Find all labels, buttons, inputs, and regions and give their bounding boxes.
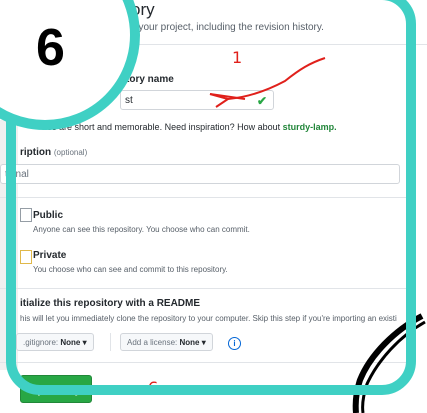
optional-tag: (optional) bbox=[53, 148, 88, 157]
repo-name-value: st bbox=[125, 95, 133, 106]
public-repo-icon[interactable] bbox=[20, 208, 32, 222]
description-input[interactable]: tional bbox=[0, 164, 400, 184]
left-gutter bbox=[0, 120, 18, 370]
gitignore-dropdown[interactable]: .gitignore: None ▾ bbox=[16, 333, 94, 351]
divider bbox=[110, 333, 111, 351]
private-lock-icon[interactable] bbox=[20, 250, 32, 264]
annotation-label-6: ← 6 bbox=[128, 379, 159, 399]
step-number: 6 bbox=[36, 19, 65, 77]
private-option-title[interactable]: Private bbox=[33, 250, 66, 261]
suggestion-link[interactable]: sturdy-lamp. bbox=[283, 122, 337, 132]
info-icon[interactable]: i bbox=[228, 337, 241, 350]
public-option-title[interactable]: Public bbox=[33, 210, 63, 221]
divider bbox=[0, 197, 410, 198]
repo-name-label: tory name bbox=[126, 74, 174, 85]
divider bbox=[0, 288, 410, 289]
annotation-label-1: 1 bbox=[232, 48, 243, 67]
annotation-arrow-1 bbox=[209, 57, 326, 108]
private-option-desc: You choose who can see and commit to thi… bbox=[33, 265, 228, 274]
create-repository-button[interactable]: epository bbox=[20, 375, 92, 403]
page-subtitle: for your project, including the revision… bbox=[124, 22, 324, 33]
screenshot-frame: sitory for your project, including the r… bbox=[0, 0, 427, 413]
readme-checkbox-label[interactable]: itialize this repository with a README bbox=[20, 298, 200, 309]
black-scribble-decoration bbox=[352, 313, 426, 413]
description-label: ription (optional) bbox=[20, 147, 88, 158]
license-dropdown[interactable]: Add a license: None ▾ bbox=[120, 333, 213, 351]
repo-name-hint: nes are short and memorable. Need inspir… bbox=[42, 122, 337, 132]
public-option-desc: Anyone can see this repository. You choo… bbox=[33, 225, 250, 234]
